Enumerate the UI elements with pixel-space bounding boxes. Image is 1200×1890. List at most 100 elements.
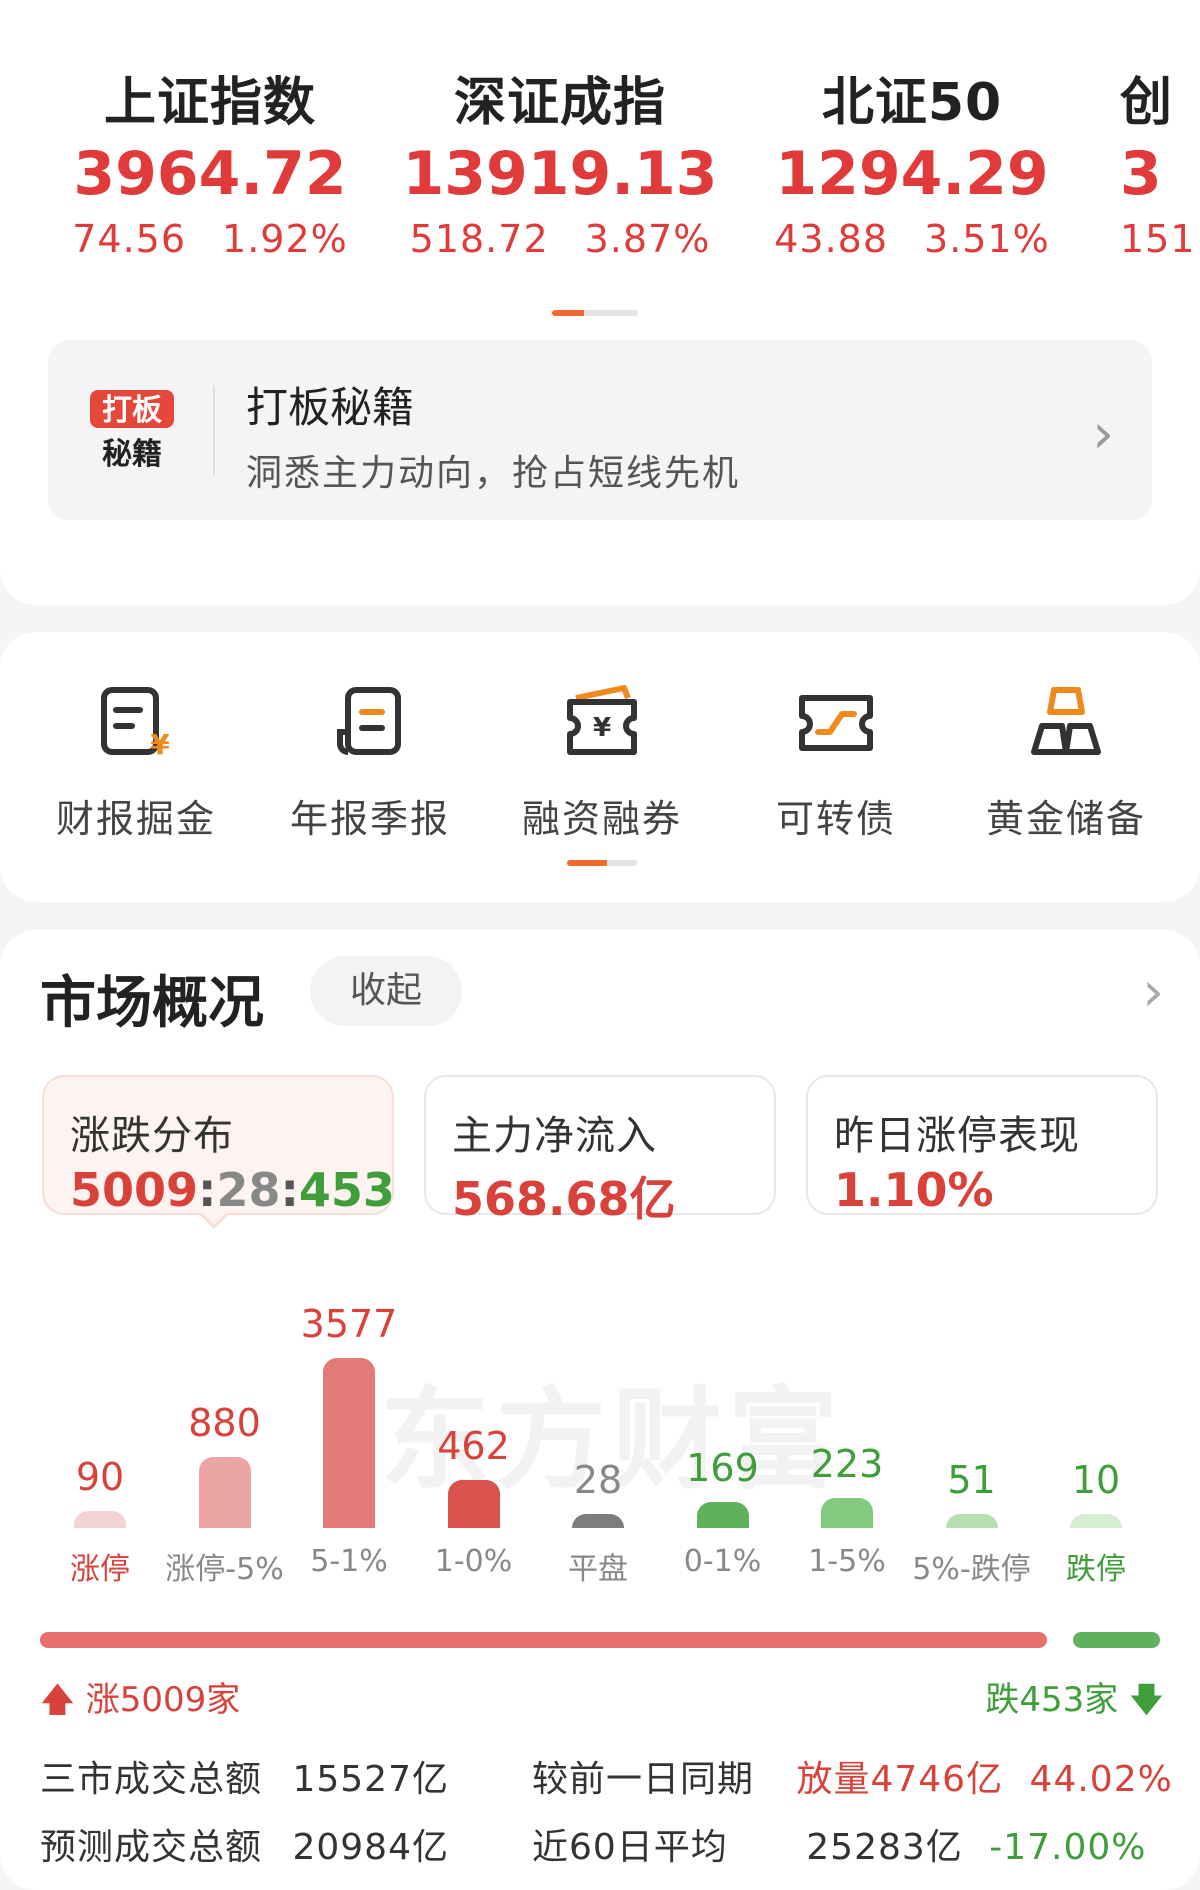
tool-label: 黄金储备 [985, 797, 1146, 841]
index-value: 13919.13 [402, 139, 718, 209]
index-change: 74.56 [72, 217, 187, 261]
chevron-right-icon: › [1092, 402, 1114, 465]
index-item-bz[interactable]: 北证50 1294.29 43.88 3.51% [742, 60, 1082, 261]
index-name: 创 [1120, 73, 1174, 133]
tool-label: 财报掘金 [55, 797, 216, 841]
collapse-button[interactable]: 收起 [310, 956, 462, 1026]
market-card: 市场概况 收起 › 涨跌分布 5009:28:453 主力净流入 568.68亿… [0, 930, 1200, 1890]
margin-trading-icon: ¥ [567, 685, 637, 755]
stat-value: 568.68亿 [452, 1172, 676, 1226]
stat-label: 主力净流入 [452, 1113, 657, 1159]
chart-value-label: 3577 [300, 1302, 398, 1346]
down-ratio-bar [1073, 1632, 1160, 1648]
arrow-up-icon: 🡅 [40, 1680, 75, 1720]
index-pct: 3.87% [584, 217, 711, 261]
convertible-bond-icon [799, 695, 873, 751]
up-ratio-bar [40, 1632, 1047, 1648]
chart-value-label: 169 [686, 1446, 759, 1491]
up-total: 🡅 涨5009家 [40, 1672, 240, 1733]
stat-up-down-distribution[interactable]: 涨跌分布 5009:28:453 [42, 1075, 395, 1217]
index-name: 深证成指 [453, 73, 666, 133]
market-title: 市场概况 [40, 971, 264, 1036]
tool-label: 融资融券 [521, 797, 682, 841]
index-item-sz[interactable]: 深证成指 13919.13 518.72 3.87% [390, 60, 730, 261]
tool-report-gold[interactable]: ¥ 财报掘金 [36, 682, 236, 843]
tool-margin-trading[interactable]: ¥ 融资融券 [502, 682, 702, 843]
chart-category-label: 平盘 [568, 1552, 628, 1587]
index-change-row: 151 [1120, 217, 1200, 261]
stat-sep: : [280, 1163, 299, 1217]
chart-value-label: 223 [810, 1441, 884, 1486]
chart-bar[interactable] [1070, 1514, 1122, 1528]
stat-sep: : [198, 1163, 217, 1217]
index-value: 3 [1120, 139, 1162, 209]
chart-category-label: 跌停 [1066, 1552, 1126, 1587]
up-total-label: 涨5009家 [85, 1680, 241, 1720]
stat-up-count: 5009 [70, 1163, 199, 1217]
stat-label: 涨跌分布 [70, 1113, 234, 1159]
chart-bar[interactable] [323, 1358, 375, 1528]
chart-bar[interactable] [945, 1514, 998, 1528]
tool-annual-report[interactable]: 年报季报 [270, 682, 470, 843]
svg-text:¥: ¥ [150, 728, 170, 761]
index-value: 1294.29 [775, 139, 1049, 209]
promo-banner[interactable]: 打板 秘籍 打板秘籍 洞悉主力动向，抢占短线先机 › [48, 340, 1152, 520]
tool-gold-reserve[interactable]: 黄金储备 [966, 682, 1166, 843]
row-value: 15527亿 [292, 1759, 449, 1800]
promo-logo-line2: 秘籍 [102, 437, 162, 472]
tool-convertible-bond[interactable]: 可转债 [736, 682, 936, 843]
index-change-row: 518.72 3.87% [390, 217, 730, 261]
chart-bar[interactable] [447, 1480, 500, 1528]
chart-bar[interactable] [696, 1502, 749, 1528]
chart-bar[interactable] [821, 1497, 873, 1528]
index-name: 上证指数 [103, 73, 316, 133]
stat-value: 5009:28:453 [70, 1163, 395, 1217]
promo-divider [213, 385, 215, 475]
pager-indicator [567, 860, 607, 866]
down-total: 跌453家 🡇 [985, 1672, 1164, 1733]
index-value: 3964.72 [73, 139, 347, 209]
row-value: 20984亿 [292, 1827, 449, 1868]
chart-value-label: 880 [188, 1400, 261, 1445]
stat-main-net-inflow[interactable]: 主力净流入 568.68亿 [424, 1075, 776, 1226]
report-gold-icon: ¥ [101, 687, 170, 761]
promo-title: 打板秘籍 [246, 383, 415, 432]
turnover-compare-row: 较前一日同期 放量4746亿 44.02% [532, 1750, 1173, 1802]
row-value: 放量4746亿 [796, 1759, 1004, 1800]
chevron-right-icon[interactable]: › [1142, 960, 1164, 1023]
tools-card: ¥ 财报掘金 年报季报 ¥ 融资融券 可转债 黄金储备 [0, 632, 1200, 902]
arrow-down-icon: 🡇 [1129, 1680, 1164, 1720]
index-pct: 3.51% [924, 217, 1050, 261]
chart-category-label: 1-0% [434, 1544, 513, 1579]
row-pct: -17.00% [989, 1827, 1147, 1868]
chart-value-label: 51 [947, 1458, 996, 1502]
chart-value-label: 90 [75, 1454, 125, 1499]
row-label: 近60日平均 [532, 1827, 728, 1868]
stat-value: 1.10% [834, 1163, 994, 1217]
index-pct: 1.92% [222, 217, 348, 261]
chart-value-label: 10 [1071, 1458, 1121, 1502]
down-total-label: 跌453家 [985, 1680, 1119, 1720]
tools-pager [567, 860, 637, 866]
chart-category-label: 5-1% [310, 1544, 388, 1579]
row-pct: 44.02% [1029, 1759, 1173, 1800]
row-label: 预测成交总额 [40, 1827, 263, 1868]
index-item-sh[interactable]: 上证指数 3964.72 74.56 1.92% [40, 60, 380, 261]
chart-bar[interactable] [572, 1514, 624, 1528]
chart-bar[interactable] [198, 1456, 251, 1528]
stat-yesterday-limit-up[interactable]: 昨日涨停表现 1.10% [806, 1075, 1158, 1217]
promo-subtitle: 洞悉主力动向，抢占短线先机 [246, 453, 741, 494]
tool-label: 可转债 [775, 797, 896, 841]
chart-value-label: 28 [573, 1458, 623, 1502]
tool-label: 年报季报 [289, 797, 450, 841]
stat-label: 昨日涨停表现 [834, 1113, 1080, 1159]
turnover-row: 三市成交总额 15527亿 [40, 1750, 449, 1802]
index-change-row: 74.56 1.92% [40, 217, 380, 261]
chart-bar[interactable] [74, 1510, 126, 1528]
gold-reserve-icon [1031, 687, 1101, 755]
index-change: 518.72 [409, 217, 549, 261]
chart-value-label: 462 [437, 1424, 510, 1469]
chart-category-label: 5%-跌停 [912, 1552, 1031, 1587]
index-item-cy[interactable]: 创 3 151 [1120, 60, 1200, 261]
stat-down-count: 453 [298, 1163, 395, 1217]
